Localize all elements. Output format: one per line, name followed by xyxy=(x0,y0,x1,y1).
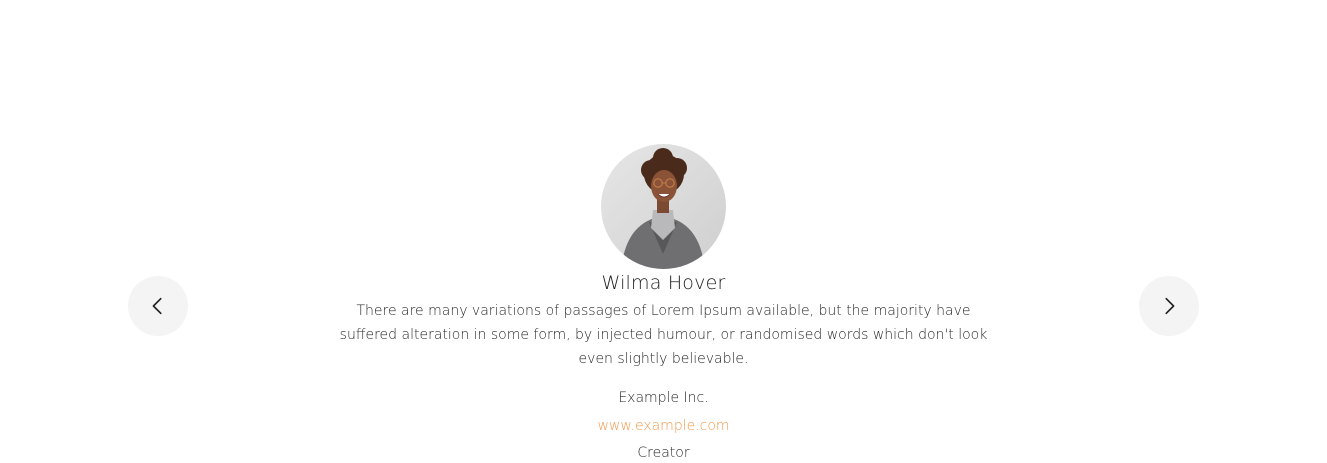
person-role: Creator xyxy=(637,445,690,461)
person-name: Wilma Hover xyxy=(601,272,726,294)
avatar xyxy=(601,144,726,269)
company-name: Example Inc. xyxy=(618,390,709,406)
website-link[interactable]: www.example.com xyxy=(597,416,729,436)
testimonial-quote: There are many variations of passages of… xyxy=(339,303,988,367)
testimonial-card: Wilma Hover There are many variations of… xyxy=(0,144,1327,463)
